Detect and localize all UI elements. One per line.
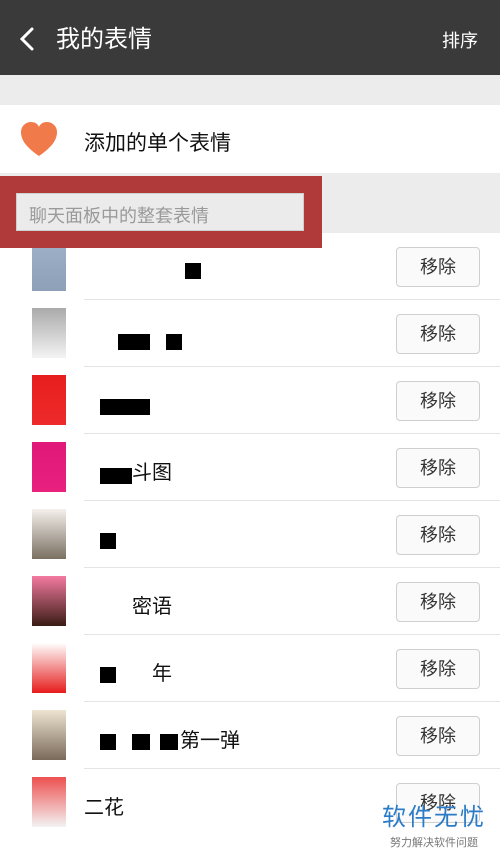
watermark-title: 软件无忧 [382,804,486,831]
sticker-pack-name: 斗图 [132,462,172,484]
single-stickers-row[interactable]: 添加的单个表情 [0,105,500,173]
list-item: 移除 [0,367,500,434]
highlight-box: 聊天面板中的整套表情 [0,176,322,248]
remove-button[interactable]: 移除 [396,247,480,287]
list-item: 第一弹 移除 [0,702,500,769]
list-item: 年 移除 [0,635,500,702]
sticker-pack-thumbnail [32,710,66,760]
remove-button[interactable]: 移除 [396,448,480,488]
list-item: 移除 [0,300,500,367]
list-item: 移除 [0,501,500,568]
sticker-pack-name: 密语 [132,596,172,618]
watermark-subtitle: 努力解决软件问题 [390,837,478,849]
sticker-pack-thumbnail [32,643,66,693]
sticker-pack-thumbnail [32,442,66,492]
sticker-pack-thumbnail [32,375,66,425]
sort-button[interactable]: 排序 [442,30,478,52]
sticker-pack-thumbnail [32,777,66,827]
redaction-mask [166,334,182,350]
section-label: 聊天面板中的整套表情 [29,206,209,226]
back-chevron-icon[interactable] [14,25,42,53]
redaction-mask [100,667,116,683]
remove-button[interactable]: 移除 [396,582,480,622]
sticker-pack-name: 二花 [84,797,124,819]
watermark: 软件无忧 努力解决软件问题 [382,797,486,850]
sticker-pack-list: 移除 移除 移除 斗图 移除 移除 密语 移除 年 移除 第一弹 移除 二花 移… [0,233,500,862]
sticker-pack-thumbnail [32,576,66,626]
section-header: 聊天面板中的整套表情 [16,193,304,231]
redaction-mask [100,468,132,484]
single-stickers-label: 添加的单个表情 [84,132,231,155]
remove-button[interactable]: 移除 [396,381,480,421]
redaction-mask [118,334,150,350]
sticker-pack-name: 年 [152,663,172,685]
sticker-pack-thumbnail [32,308,66,358]
page-title: 我的表情 [56,26,152,53]
redaction-mask [100,734,116,750]
redaction-mask [132,734,150,750]
redaction-mask [185,263,201,279]
heart-icon [21,122,57,156]
top-bar: 我的表情 排序 [0,0,500,75]
list-item: 斗图 移除 [0,434,500,501]
redaction-mask [100,533,116,549]
redaction-mask [160,734,178,750]
list-item: 密语 移除 [0,568,500,635]
redaction-mask [100,399,150,415]
sticker-pack-name: 第一弹 [180,730,240,752]
sticker-pack-thumbnail [32,241,66,291]
remove-button[interactable]: 移除 [396,716,480,756]
sticker-pack-thumbnail [32,509,66,559]
remove-button[interactable]: 移除 [396,649,480,689]
remove-button[interactable]: 移除 [396,515,480,555]
remove-button[interactable]: 移除 [396,314,480,354]
